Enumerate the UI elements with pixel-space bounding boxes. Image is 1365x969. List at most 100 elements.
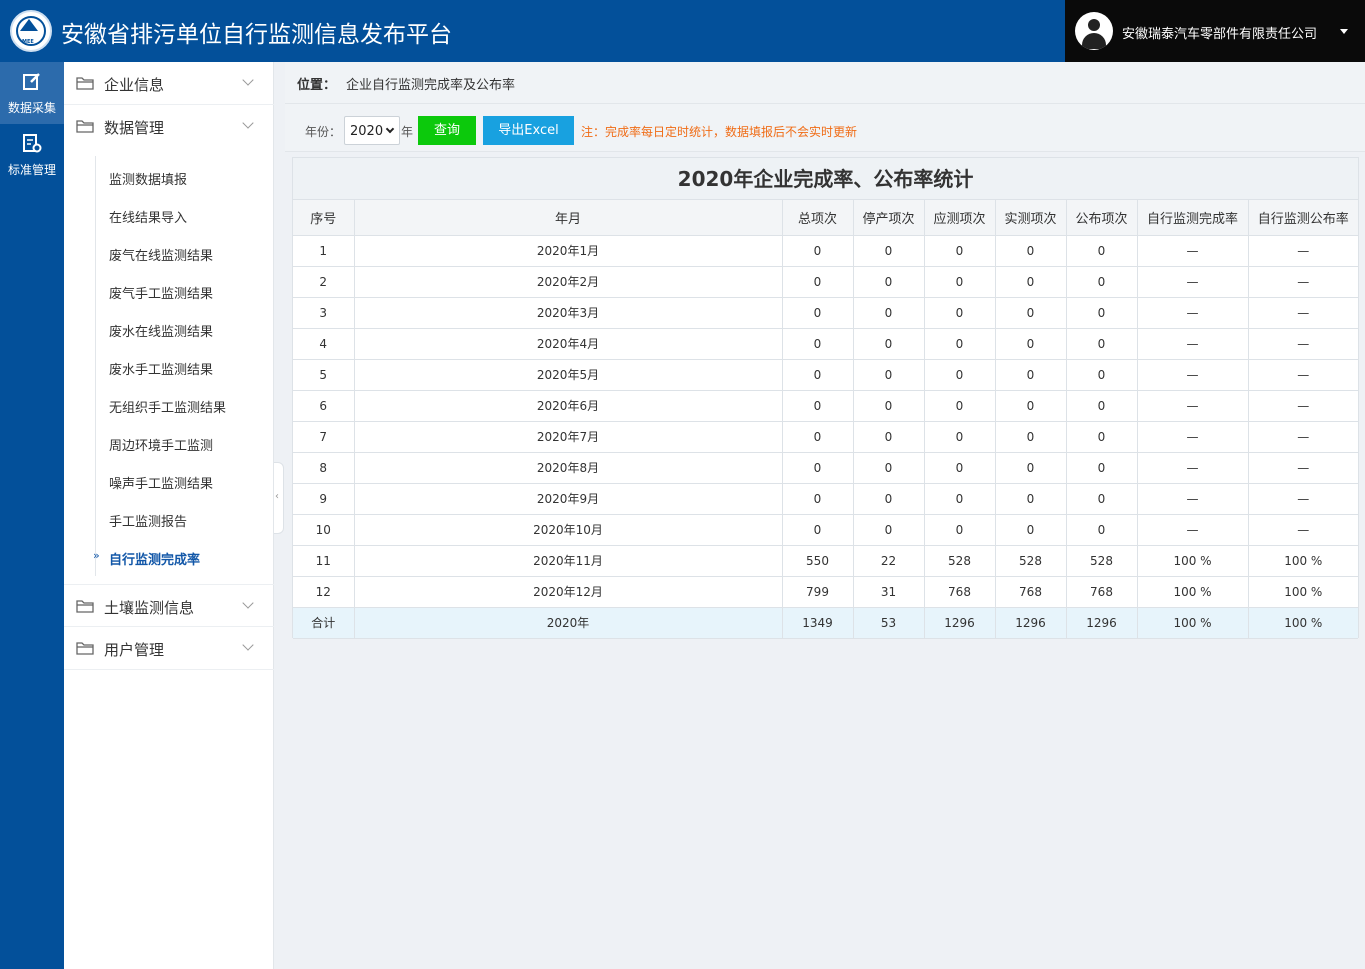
sidebar-group-label: 土壤监测信息 <box>104 599 195 617</box>
sidebar-item-waste-gas-online[interactable]: 废气在线监测结果 <box>109 245 213 265</box>
table-cell-total: 0 <box>782 483 854 515</box>
table-cell-month: 2020年8月 <box>354 452 783 484</box>
table-cell-published: 0 <box>1066 421 1138 453</box>
table-cell-index: 9 <box>293 483 355 515</box>
table-cell-publication-rate: — <box>1248 235 1358 267</box>
total-cell-month: 2020年 <box>354 607 783 639</box>
table-row: 12 2020年12月 799 31 768 768 768 100 % 100 % <box>293 576 1358 608</box>
top-header: MEE 安徽省排污单位自行监测信息发布平台 安徽瑞泰汽车零部件有限责任公司 <box>0 0 1365 62</box>
sidebar-item-surrounding-env-manual[interactable]: 周边环境手工监测 <box>109 435 213 455</box>
table-cell-total: 0 <box>782 328 854 360</box>
filter-toolbar: 年份： 2020 年 查询 导出Excel 注：完成率每日定时统计，数据填报后不… <box>285 104 1365 152</box>
table-header-published: 公布项次 <box>1066 200 1138 236</box>
table-cell-measured: 768 <box>995 576 1067 608</box>
sidebar-group-company-info[interactable]: 企业信息 <box>64 62 274 105</box>
edit-icon <box>23 73 40 90</box>
table-cell-suspended: 0 <box>853 328 925 360</box>
table-cell-suspended: 0 <box>853 421 925 453</box>
table-cell-publication-rate: — <box>1248 483 1358 515</box>
sidebar-item-completion-rate[interactable]: 自行监测完成率 <box>109 549 200 569</box>
breadcrumb-current: 企业自行监测完成率及公布率 <box>346 78 516 93</box>
rail-item-data-collection[interactable]: 数据采集 <box>0 62 64 124</box>
table-cell-required: 0 <box>924 390 996 422</box>
table-cell-required: 0 <box>924 297 996 329</box>
mee-logo: MEE <box>10 10 52 52</box>
table-cell-measured: 0 <box>995 483 1067 515</box>
table-cell-measured: 0 <box>995 514 1067 546</box>
table-cell-measured: 0 <box>995 452 1067 484</box>
table-cell-measured: 0 <box>995 359 1067 391</box>
table-cell-published: 0 <box>1066 235 1138 267</box>
table-header-publication-rate: 自行监测公布率 <box>1248 200 1358 236</box>
table-header-required: 应测项次 <box>924 200 996 236</box>
year-select[interactable]: 2020 <box>344 116 400 145</box>
table-cell-publication-rate: — <box>1248 297 1358 329</box>
table-cell-publication-rate: 100 % <box>1248 576 1358 608</box>
table-cell-completion-rate: — <box>1137 390 1249 422</box>
table-total-row: 合计 2020年 1349 53 1296 1296 1296 100 % 100 % <box>293 607 1358 639</box>
table-header-suspended: 停产项次 <box>853 200 925 236</box>
table-cell-published: 768 <box>1066 576 1138 608</box>
table-cell-total: 0 <box>782 297 854 329</box>
chevron-left-icon: ‹ <box>275 491 279 502</box>
sidebar-menu: 企业信息 数据管理 监测数据填报 在线结果导入 废气在线监测结果 废气手工监测结… <box>64 62 274 969</box>
table-cell-month: 2020年5月 <box>354 359 783 391</box>
table-cell-measured: 0 <box>995 235 1067 267</box>
table-cell-month: 2020年11月 <box>354 545 783 577</box>
sidebar-item-monitoring-data-entry[interactable]: 监测数据填报 <box>109 169 187 189</box>
table-cell-total: 799 <box>782 576 854 608</box>
user-menu[interactable]: 安徽瑞泰汽车零部件有限责任公司 <box>1065 0 1365 62</box>
table-row: 5 2020年5月 0 0 0 0 0— — <box>293 359 1358 391</box>
table-cell-total: 0 <box>782 266 854 298</box>
sidebar-item-manual-report[interactable]: 手工监测报告 <box>109 511 187 531</box>
export-excel-button[interactable]: 导出Excel <box>483 116 574 145</box>
rail-label: 标准管理 <box>7 163 56 177</box>
table-row: 11 2020年11月 550 22 528 528 528 100 % 100 % <box>293 545 1358 577</box>
table-cell-index: 1 <box>293 235 355 267</box>
app-title: 安徽省排污单位自行监测信息发布平台 <box>61 22 452 48</box>
table-row: 8 2020年8月 0 0 0 0 0— — <box>293 452 1358 484</box>
table-cell-month: 2020年2月 <box>354 266 783 298</box>
breadcrumb-label: 位置： <box>297 78 337 93</box>
table-cell-month: 2020年12月 <box>354 576 783 608</box>
sidebar-group-user-management[interactable]: 用户管理 <box>64 627 274 670</box>
rail-label: 数据采集 <box>7 101 56 115</box>
sidebar-item-waste-water-manual[interactable]: 废水手工监测结果 <box>109 359 213 379</box>
table-row: 1 2020年1月 0 0 0 0 0— — <box>293 235 1358 267</box>
table-cell-completion-rate: — <box>1137 235 1249 267</box>
chevron-down-icon <box>242 74 254 86</box>
sidebar-collapse-handle[interactable]: ‹ <box>274 462 284 534</box>
table-row: 7 2020年7月 0 0 0 0 0— — <box>293 421 1358 453</box>
sidebar-group-data-management[interactable]: 数据管理 <box>64 105 274 148</box>
table-cell-index: 4 <box>293 328 355 360</box>
sidebar-item-online-result-import[interactable]: 在线结果导入 <box>109 207 187 227</box>
table-cell-completion-rate: — <box>1137 483 1249 515</box>
sidebar-item-waste-gas-manual[interactable]: 废气手工监测结果 <box>109 283 213 303</box>
statistics-table-panel: 2020年企业完成率、公布率统计 序号 年月 总项次 停产项次 应测项次 实测项次 公布项次… <box>292 157 1359 639</box>
table-cell-published: 0 <box>1066 266 1138 298</box>
table-cell-suspended: 22 <box>853 545 925 577</box>
sidebar-group-label: 数据管理 <box>104 119 165 137</box>
table-cell-required: 0 <box>924 235 996 267</box>
update-note: 注：完成率每日定时统计，数据填报后不会实时更新 <box>581 125 858 139</box>
table-row: 4 2020年4月 0 0 0 0 0— — <box>293 328 1358 360</box>
table-row: 10 2020年10月 0 0 0 0 0— — <box>293 514 1358 546</box>
sidebar-item-unorganized-manual[interactable]: 无组织手工监测结果 <box>109 397 226 417</box>
table-header-completion-rate: 自行监测完成率 <box>1137 200 1249 236</box>
table-cell-measured: 0 <box>995 328 1067 360</box>
sidebar-group-soil-monitoring[interactable]: 土壤监测信息 <box>64 584 274 627</box>
folder-icon <box>76 642 94 655</box>
query-button[interactable]: 查询 <box>418 116 476 145</box>
sidebar-item-waste-water-online[interactable]: 废水在线监测结果 <box>109 321 213 341</box>
table-cell-required: 0 <box>924 421 996 453</box>
chevron-down-icon <box>242 639 254 651</box>
total-cell-suspended: 53 <box>853 607 925 639</box>
sidebar-item-noise-manual[interactable]: 噪声手工监测结果 <box>109 473 213 493</box>
total-cell-completion-rate: 100 % <box>1137 607 1249 639</box>
rail-item-standard-management[interactable]: 标准管理 <box>0 124 64 186</box>
table-cell-suspended: 0 <box>853 483 925 515</box>
table-cell-required: 0 <box>924 514 996 546</box>
table-cell-completion-rate: — <box>1137 297 1249 329</box>
year-label: 年份： <box>305 125 342 139</box>
year-select-value: 2020 <box>350 124 384 139</box>
